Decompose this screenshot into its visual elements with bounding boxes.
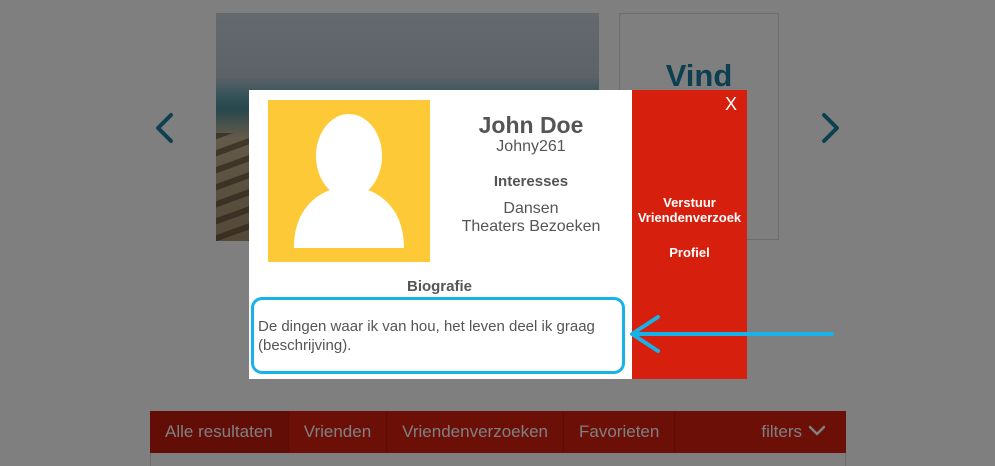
avatar [268,100,430,262]
interest-item: Theaters Bezoeken [461,218,601,235]
interests-list: Dansen Theaters Bezoeken [449,200,613,236]
profile-button[interactable]: Profiel [632,245,747,260]
friend-request-label-line1: Verstuur [663,195,716,210]
interests-heading: Interesses [493,173,569,190]
profile-username: Johny261 [496,138,566,155]
annotation-arrow-icon [620,312,836,356]
profile-name: John Doe [478,112,584,138]
user-silhouette-icon [294,114,404,248]
friend-request-label-line2: Vriendenverzoek [637,210,742,225]
send-friend-request-button[interactable]: Verstuur Vriendenverzoek [632,195,747,225]
profile-button-label: Profiel [669,245,710,260]
biography-heading: Biografie [406,278,472,295]
close-button[interactable]: X [725,94,737,115]
biography-text: De dingen waar ik van hou, het leven dee… [258,318,595,354]
interest-item: Dansen [503,200,559,217]
